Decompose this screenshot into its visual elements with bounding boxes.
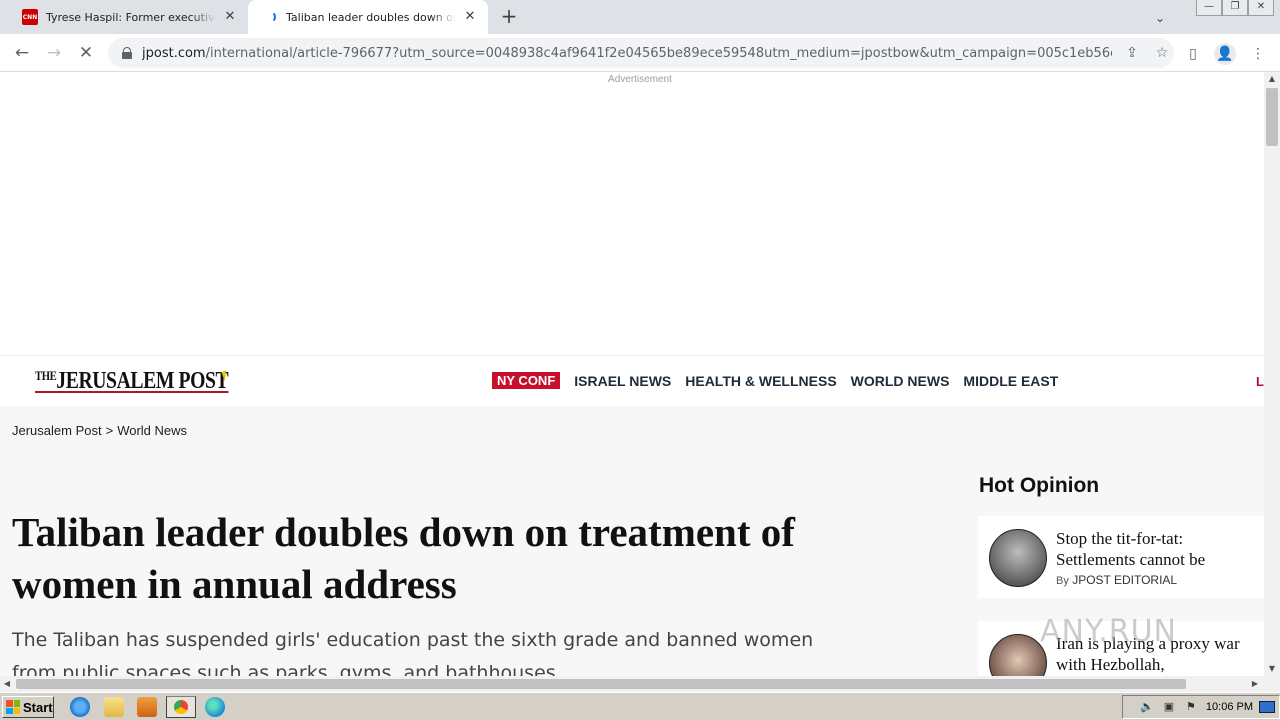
- scroll-down-icon[interactable]: ▼: [1264, 662, 1280, 676]
- tab-close-icon[interactable]: ✕: [462, 9, 478, 25]
- show-desktop-icon[interactable]: [1259, 701, 1275, 713]
- vertical-scrollbar[interactable]: ▲ ▼: [1264, 72, 1280, 676]
- url-text[interactable]: jpost.com/international/article-796677?u…: [142, 46, 1112, 61]
- tab-close-icon[interactable]: ✕: [222, 9, 238, 25]
- opinion-title[interactable]: Stop the tit-for-tat: Settlements cannot…: [1056, 528, 1256, 570]
- hot-opinion-title: Hot Opinion: [979, 474, 1100, 497]
- nav-item-middle-east[interactable]: MIDDLE EAST: [963, 373, 1058, 389]
- scroll-thumb[interactable]: [16, 679, 1186, 689]
- minimize-button[interactable]: —: [1196, 0, 1222, 16]
- breadcrumb-home[interactable]: Jerusalem Post: [12, 423, 102, 438]
- anyrun-watermark: ANY.RUN: [1040, 614, 1177, 649]
- restore-button[interactable]: ❐: [1222, 0, 1248, 16]
- loading-spinner-icon: [264, 11, 276, 23]
- nav-item-ny-conf[interactable]: NY CONF: [492, 372, 561, 389]
- breadcrumb-section[interactable]: World News: [117, 423, 187, 438]
- edge-icon[interactable]: [205, 697, 225, 717]
- window-controls: — ❐ ✕: [1196, 0, 1274, 18]
- bookmark-star-icon[interactable]: ☆: [1152, 43, 1172, 63]
- system-tray: 🔈 ▣ ⚑ 10:06 PM: [1122, 695, 1280, 719]
- back-button[interactable]: ←: [10, 41, 34, 65]
- nav-item-cutoff[interactable]: L: [1256, 374, 1264, 389]
- byline-by: By: [1056, 575, 1069, 587]
- volume-icon[interactable]: 🔈: [1140, 700, 1154, 714]
- start-label: Start: [23, 699, 53, 715]
- media-player-icon[interactable]: [137, 697, 157, 717]
- scroll-thumb[interactable]: [1266, 88, 1278, 146]
- stop-loading-button[interactable]: ✕: [74, 41, 98, 65]
- windows-logo-icon: [6, 700, 20, 714]
- tab-cnn[interactable]: CNN Tyrese Haspil: Former executive assi…: [8, 0, 248, 34]
- opinion-thumbnail[interactable]: [989, 529, 1047, 587]
- article-headline: Taliban leader doubles down on treatment…: [12, 509, 795, 607]
- scroll-up-icon[interactable]: ▲: [1264, 72, 1280, 86]
- profile-icon[interactable]: 👤: [1214, 43, 1236, 65]
- chrome-taskbar-button[interactable]: [166, 696, 196, 718]
- scroll-right-icon[interactable]: ▶: [1248, 676, 1262, 692]
- internet-explorer-icon[interactable]: [70, 697, 90, 717]
- site-header: THEJERUSALEM POST NY CONF ISRAEL NEWS HE…: [0, 355, 1264, 406]
- tab-search-button[interactable]: ⌄: [1150, 8, 1170, 28]
- new-tab-button[interactable]: +: [497, 5, 521, 29]
- breadcrumb: Jerusalem Post > World News: [12, 423, 187, 438]
- menu-icon[interactable]: ⋮: [1247, 43, 1269, 65]
- start-button[interactable]: Start: [2, 696, 54, 718]
- tab-title: Tyrese Haspil: Former executive assi: [46, 10, 216, 24]
- logo-name: JERUSALEM POST: [56, 368, 229, 394]
- side-panel-icon[interactable]: ▯: [1182, 43, 1204, 65]
- horizontal-scrollbar[interactable]: ◀ ▶: [0, 676, 1280, 692]
- lock-icon[interactable]: [122, 47, 132, 59]
- article-area: Jerusalem Post > World News Taliban leader…: [0, 406, 1264, 676]
- browser-toolbar: ← → ✕ jpost.com/international/article-79…: [0, 34, 1280, 72]
- opinion-card[interactable]: Stop the tit-for-tat: Settlements cannot…: [978, 516, 1264, 598]
- opinion-author-avatar[interactable]: [989, 634, 1047, 676]
- page-viewport: Advertisement THEJERUSALEM POST NY CONF …: [0, 72, 1264, 676]
- url-host: jpost.com: [142, 45, 206, 61]
- jerusalem-post-logo[interactable]: THEJERUSALEM POST: [35, 368, 229, 395]
- file-explorer-icon[interactable]: [104, 697, 124, 717]
- tab-jpost[interactable]: Taliban leader doubles down on treat ✕: [248, 0, 488, 34]
- article-subhead: The Taliban has suspended girls' educati…: [12, 629, 814, 676]
- tab-title: Taliban leader doubles down on treat: [286, 10, 456, 24]
- main-nav: NY CONF ISRAEL NEWS HEALTH & WELLNESS WO…: [492, 372, 1058, 389]
- byline-author[interactable]: JPOST EDITORIAL: [1072, 573, 1177, 587]
- share-icon[interactable]: ⇪: [1122, 43, 1142, 63]
- cnn-favicon-icon: CNN: [22, 9, 38, 25]
- scroll-left-icon[interactable]: ◀: [0, 676, 14, 692]
- breadcrumb-separator: >: [105, 423, 114, 438]
- address-bar[interactable]: jpost.com/international/article-796677?u…: [108, 38, 1174, 68]
- nav-item-world-news[interactable]: WORLD NEWS: [851, 373, 950, 389]
- nav-item-israel-news[interactable]: ISRAEL NEWS: [574, 373, 671, 389]
- close-window-button[interactable]: ✕: [1248, 0, 1274, 16]
- url-path: /international/article-796677?utm_source…: [205, 45, 1112, 61]
- logo-the: THE: [35, 368, 57, 383]
- opinion-byline: By JPOST EDITORIAL: [1056, 573, 1177, 587]
- tab-strip: CNN Tyrese Haspil: Former executive assi…: [0, 0, 1280, 34]
- taskbar-clock[interactable]: 10:06 PM: [1206, 701, 1253, 713]
- network-icon[interactable]: ▣: [1162, 700, 1176, 714]
- advertisement-label: Advertisement: [608, 74, 672, 85]
- nav-item-health-wellness[interactable]: HEALTH & WELLNESS: [685, 373, 836, 389]
- windows-taskbar: Start 🔈 ▣ ⚑ 10:06 PM: [0, 692, 1280, 720]
- action-center-flag-icon[interactable]: ⚑: [1184, 700, 1198, 714]
- forward-button[interactable]: →: [42, 41, 66, 65]
